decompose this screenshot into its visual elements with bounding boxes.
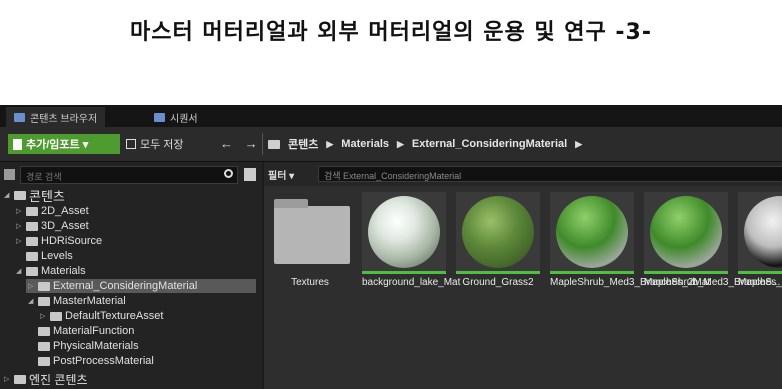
asset-search-input[interactable]: 검색 External_ConsideringMaterial <box>318 166 782 182</box>
tree-item[interactable]: MaterialFunction <box>28 324 134 338</box>
tree-item[interactable]: ▷ HDRiSource <box>16 234 102 248</box>
search-icon[interactable] <box>224 169 233 178</box>
path-search-input[interactable]: 경로 검색 <box>20 166 238 184</box>
filter-bar: 필터 ▾ 검색 External_ConsideringMaterial <box>264 162 782 186</box>
view-options-icon[interactable] <box>244 168 256 181</box>
folder-icon <box>38 356 50 366</box>
asset-label: MapleS... Med3_Fro... <box>738 277 782 288</box>
chevron-right-icon[interactable]: ▶ <box>326 139 333 150</box>
folder-icon <box>268 139 280 149</box>
tab-label: 콘텐츠 브라우저 <box>30 113 98 125</box>
content-browser-window: 콘텐츠 브라우저 시퀀서 추가/임포트 ▾ 모두 저장 ← → 콘텐츠 ▶ Ma… <box>0 105 782 389</box>
material-type-bar <box>550 271 634 274</box>
folder-icon <box>26 236 38 246</box>
divider <box>262 133 263 155</box>
save-icon <box>126 139 136 149</box>
folder-icon <box>38 296 50 306</box>
sources-panel: 경로 검색 ◢ 콘텐츠 ▷ 2D_Asset ▷ 3D_Asset ▷ HDRiSour… <box>0 162 262 389</box>
material-sphere <box>744 196 782 268</box>
folder-icon <box>26 251 38 261</box>
tree-item[interactable]: ◢ Materials <box>16 264 86 278</box>
material-sphere <box>462 196 534 268</box>
tree-item[interactable]: Levels <box>16 249 73 263</box>
asset-tile[interactable]: MapleS... Med3_Fro... <box>738 192 782 289</box>
folder-icon <box>14 190 26 200</box>
asset-label: MapleShrub_Med3_Branches_Mat <box>644 277 782 288</box>
asset-tile[interactable]: background_lake_Mat <box>362 192 461 289</box>
add-import-label: 추가/임포트 ▾ <box>26 139 89 151</box>
save-all-button[interactable]: 모두 저장 <box>126 134 184 154</box>
tab-label: 시퀀서 <box>170 113 198 125</box>
material-sphere <box>556 196 628 268</box>
tree-item[interactable]: PhysicalMaterials <box>28 339 139 353</box>
tree-item[interactable]: ▷ DefaultTextureAsset <box>40 309 163 323</box>
tree-item[interactable]: ◢ 콘텐츠 <box>4 188 65 204</box>
breadcrumb-materials[interactable]: Materials <box>341 138 389 150</box>
tree-item[interactable]: PostProcessMaterial <box>28 354 154 368</box>
tree-item-selected[interactable]: ▷ External_ConsideringMaterial <box>28 279 197 293</box>
breadcrumb: 콘텐츠 ▶ Materials ▶ External_ConsideringMa… <box>268 135 582 153</box>
folder-icon <box>26 221 38 231</box>
asset-tile[interactable]: MapleShrub_Med3_Branches_Mat <box>644 192 782 289</box>
tree-item[interactable]: ◢ MasterMaterial <box>28 294 126 308</box>
asset-label: Textures <box>291 277 329 288</box>
material-sphere <box>650 196 722 268</box>
history-nav-buttons[interactable]: ← → <box>220 136 262 151</box>
tab-sequencer[interactable]: 시퀀서 <box>146 107 206 127</box>
folder-icon <box>14 374 26 384</box>
add-import-button[interactable]: 추가/임포트 ▾ <box>8 134 120 154</box>
save-all-label: 모두 저장 <box>140 139 184 151</box>
filter-button[interactable]: 필터 ▾ <box>268 167 294 182</box>
tab-bar: 콘텐츠 브라우저 시퀀서 <box>0 105 782 127</box>
asset-label: MapleShrub_Med3_Branches_2Mat <box>550 277 711 288</box>
new-asset-icon <box>13 138 22 150</box>
sources-toggle-icon[interactable] <box>4 169 15 180</box>
chevron-right-icon[interactable]: ▶ <box>575 139 582 150</box>
material-type-bar <box>738 271 782 274</box>
material-type-bar <box>456 271 540 274</box>
folder-icon <box>26 206 38 216</box>
content-browser-icon <box>14 112 25 122</box>
chevron-right-icon[interactable]: ▶ <box>397 139 404 150</box>
folder-icon <box>38 326 50 336</box>
tree-item[interactable]: ▷ 엔진 콘텐츠 <box>4 372 88 387</box>
asset-tile[interactable]: MapleShrub_Med3_Branches_2Mat <box>550 192 711 289</box>
asset-tile[interactable]: Ground_Grass2 <box>456 192 540 289</box>
tab-content-browser[interactable]: 콘텐츠 브라우저 <box>6 107 106 127</box>
asset-view: 필터 ▾ 검색 External_ConsideringMaterial Tex… <box>264 162 782 389</box>
tree-item[interactable]: ▷ 2D_Asset <box>16 204 89 218</box>
tree-item[interactable]: ▷ 3D_Asset <box>16 219 89 233</box>
breadcrumb-external[interactable]: External_ConsideringMaterial <box>412 138 567 150</box>
material-type-bar <box>644 271 728 274</box>
material-type-bar <box>362 271 446 274</box>
breadcrumb-content[interactable]: 콘텐츠 <box>288 136 318 152</box>
asset-label: Ground_Grass2 <box>462 277 534 288</box>
folder-icon <box>26 266 38 276</box>
asset-label: background_lake_Mat <box>362 277 461 288</box>
folder-icon <box>50 311 62 321</box>
folder-icon <box>38 281 50 291</box>
slide-title: 마스터 머터리얼과 외부 머터리얼의 운용 및 연구 -3- <box>130 20 652 45</box>
folder-icon <box>38 341 50 351</box>
sequencer-icon <box>154 112 165 122</box>
toolbar: 추가/임포트 ▾ 모두 저장 ← → 콘텐츠 ▶ Materials ▶ Ext… <box>0 127 782 162</box>
asset-tile[interactable]: Textures <box>268 192 352 289</box>
folder-icon <box>274 199 350 264</box>
material-sphere <box>368 196 440 268</box>
